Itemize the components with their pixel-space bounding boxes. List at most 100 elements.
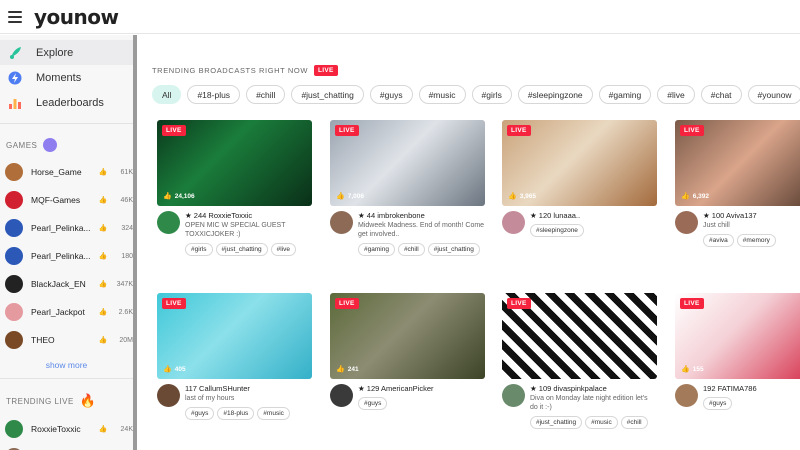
broadcaster-avatar[interactable] — [157, 211, 180, 234]
tag-filter[interactable]: #chill — [246, 85, 286, 104]
game-row[interactable]: Horse_Game 👍 61K — [0, 158, 133, 186]
card-tag[interactable]: #chill — [397, 243, 425, 256]
card-tag[interactable]: #just_chatting — [427, 243, 480, 256]
viewer-count-text: 7,006 — [347, 192, 364, 200]
broadcast-thumbnail[interactable]: LIVE 👍 405 — [157, 293, 312, 379]
game-likes: 324 — [121, 224, 133, 232]
game-row[interactable]: Pearl_Pelinka... 👍 324 — [0, 214, 133, 242]
tag-filter[interactable]: #gaming — [598, 85, 652, 104]
live-badge: LIVE — [680, 298, 704, 309]
card-tag[interactable]: #aviva — [703, 234, 734, 247]
broadcast-thumbnail[interactable]: LIVE 👍 3,965 — [502, 120, 657, 206]
tag-filter[interactable]: #girls — [471, 85, 512, 104]
tag-filter[interactable]: #18-plus — [187, 85, 241, 104]
like-icon: 👍 — [98, 281, 108, 288]
card-tag[interactable]: #guys — [703, 397, 733, 410]
game-name: THEO — [31, 335, 55, 345]
game-name: MQF-Games — [31, 195, 81, 205]
card-info: ★ 120 lunaaa.. #sleepingzone — [502, 211, 657, 237]
broadcaster-name[interactable]: ★ 109 divaspinkpalace — [530, 384, 657, 393]
viewer-count-text: 3,965 — [519, 192, 536, 200]
card-tag[interactable]: #just_chatting — [530, 416, 583, 429]
broadcaster-name[interactable]: ★ 129 AmericanPicker — [358, 384, 485, 393]
tag-filter[interactable]: #just_chatting — [291, 85, 364, 104]
broadcaster-avatar[interactable] — [675, 211, 698, 234]
game-avatar — [5, 247, 23, 265]
app-logo[interactable]: younow — [34, 5, 119, 29]
viewer-count: 👍 3,965 — [508, 192, 536, 201]
broadcaster-avatar[interactable] — [502, 384, 525, 407]
game-row[interactable]: Pearl_Pelinka... 👍 180 — [0, 242, 133, 270]
broadcaster-avatar[interactable] — [502, 211, 525, 234]
broadcast-thumbnail[interactable]: LIVE — [502, 293, 657, 379]
broadcast-card[interactable]: LIVE 👍 24,106 ★ 244 RoxxieToxxic OPEN MIC W … — [157, 120, 312, 256]
game-row[interactable]: Pearl_Jackpot 👍 2.6K — [0, 298, 133, 326]
tag-all[interactable]: All — [152, 85, 182, 104]
trending-row[interactable]: imbrokenbone👍2K — [0, 443, 133, 450]
show-more-link[interactable]: show more — [0, 360, 133, 370]
tag-filter[interactable]: #live — [657, 85, 695, 104]
tag-filter[interactable]: #sleepingzone — [517, 85, 593, 104]
live-badge: LIVE — [507, 125, 531, 136]
tag-filter[interactable]: #younow — [747, 85, 800, 104]
game-avatar — [5, 219, 23, 237]
trending-list: RoxxieToxxic 👍 24K imbrokenbone👍2K — [0, 415, 133, 450]
tag-filter[interactable]: #music — [418, 85, 466, 104]
broadcast-thumbnail[interactable]: LIVE 👍 155 — [675, 293, 800, 379]
nav-moments-label: Moments — [36, 71, 82, 84]
broadcaster-avatar[interactable] — [675, 384, 698, 407]
card-tag[interactable]: #18-plus — [217, 407, 255, 420]
broadcaster-name[interactable]: 192 FATIMA786 — [703, 384, 800, 393]
card-tag[interactable]: #music — [257, 407, 290, 420]
card-tag[interactable]: #guys — [358, 397, 388, 410]
broadcaster-name[interactable]: 117 CallumSHunter — [185, 384, 312, 393]
broadcast-card[interactable]: LIVE 👍 241 ★ 129 AmericanPicker #guys — [330, 293, 485, 410]
live-badge: LIVE — [314, 65, 338, 76]
live-badge: LIVE — [680, 125, 704, 136]
broadcaster-name[interactable]: ★ 44 imbrokenbone — [358, 211, 485, 220]
game-avatar — [5, 163, 23, 181]
card-tag[interactable]: #just_chatting — [215, 243, 268, 256]
card-tag[interactable]: #sleepingzone — [530, 224, 584, 237]
game-row[interactable]: THEO 👍 20M — [0, 326, 133, 354]
broadcast-thumbnail[interactable]: LIVE 👍 241 — [330, 293, 485, 379]
live-badge: LIVE — [507, 298, 531, 309]
nav-moments[interactable]: Moments — [0, 65, 133, 90]
card-tag[interactable]: #gaming — [358, 243, 395, 256]
broadcast-thumbnail[interactable]: LIVE 👍 24,106 — [157, 120, 312, 206]
broadcaster-avatar[interactable] — [157, 384, 180, 407]
broadcaster-avatar[interactable] — [330, 211, 353, 234]
broadcaster-name[interactable]: ★ 120 lunaaa.. — [530, 211, 657, 220]
broadcaster-name[interactable]: ★ 244 RoxxieToxxic — [185, 211, 312, 220]
game-row[interactable]: BlackJack_EN 👍 347K — [0, 270, 133, 298]
card-tag[interactable]: #live — [270, 243, 297, 256]
hamburger-menu-icon[interactable] — [8, 10, 22, 23]
card-tag[interactable]: #chill — [620, 416, 648, 429]
game-row[interactable]: MQF-Games 👍 46K — [0, 186, 133, 214]
tag-filter[interactable]: #chat — [700, 85, 742, 104]
broadcast-card[interactable]: LIVE 👍 155 192 FATIMA786 #guys — [675, 293, 800, 410]
card-tag[interactable]: #music — [585, 416, 618, 429]
broadcast-card[interactable]: LIVE ★ 109 divaspinkpalace Diva on Monday … — [502, 293, 657, 429]
nav-leaderboards[interactable]: Leaderboards — [0, 90, 133, 115]
broadcaster-avatar[interactable] — [330, 384, 353, 407]
broadcast-card[interactable]: LIVE 👍 3,965 ★ 120 lunaaa.. #sleepingzone — [502, 120, 657, 237]
trending-row[interactable]: RoxxieToxxic 👍 24K — [0, 415, 133, 443]
nav-explore[interactable]: Explore — [0, 40, 133, 65]
broadcaster-name[interactable]: ★ 100 Aviva137 — [703, 211, 800, 220]
broadcast-card[interactable]: LIVE 👍 6,392 ★ 100 Aviva137 Just chill #aviva… — [675, 120, 800, 247]
card-meta: ★ 100 Aviva137 Just chill #aviva #memory — [703, 211, 800, 247]
broadcast-thumbnail[interactable]: LIVE 👍 6,392 — [675, 120, 800, 206]
card-tag[interactable]: #memory — [736, 234, 776, 247]
game-likes: 180 — [121, 252, 133, 260]
lightning-icon — [8, 71, 22, 85]
card-tag[interactable]: #guys — [185, 407, 215, 420]
broadcast-thumbnail[interactable]: LIVE 👍 7,006 — [330, 120, 485, 206]
tag-filter[interactable]: #guys — [369, 85, 413, 104]
card-tag[interactable]: #girls — [185, 243, 213, 256]
nav-explore-label: Explore — [36, 46, 74, 59]
game-likes: 46K — [120, 196, 133, 204]
broadcast-card[interactable]: LIVE 👍 7,006 ★ 44 imbrokenbone Midweek Madne… — [330, 120, 485, 256]
broadcast-card[interactable]: LIVE 👍 405 117 CallumSHunter last of my hour… — [157, 293, 312, 420]
like-icon: 👍 — [98, 197, 108, 204]
